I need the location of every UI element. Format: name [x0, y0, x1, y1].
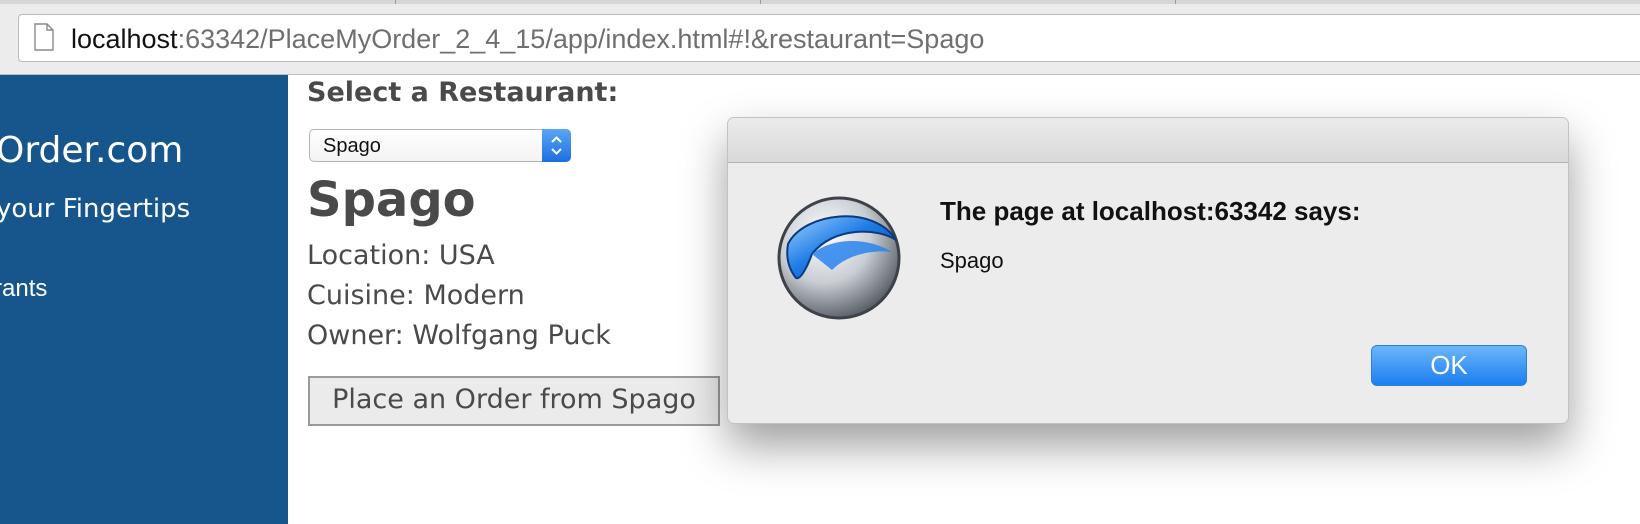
page-icon — [34, 23, 54, 51]
tab-separator — [760, 0, 761, 4]
restaurant-cuisine: Cuisine: Modern — [307, 280, 525, 311]
restaurant-heading: Spago — [307, 172, 476, 228]
address-bar[interactable]: localhost:63342/PlaceMyOrder_2_4_15/app/… — [18, 14, 1640, 62]
restaurant-select-value: Spago — [323, 135, 381, 157]
browser-toolbar: localhost:63342/PlaceMyOrder_2_4_15/app/… — [0, 0, 1640, 75]
brand-tagline: your Fingertips — [0, 194, 191, 224]
restaurant-location: Location: USA — [307, 240, 495, 271]
restaurant-owner: Owner: Wolfgang Puck — [307, 320, 611, 351]
select-stepper — [542, 129, 571, 162]
restaurant-select[interactable]: Spago — [309, 129, 571, 162]
screen: localhost:63342/PlaceMyOrder_2_4_15/app/… — [0, 0, 1640, 524]
place-order-button[interactable]: Place an Order from Spago — [308, 376, 720, 426]
tab-separator — [1175, 0, 1176, 4]
dialog-title: The page at localhost:63342 says: — [940, 196, 1361, 226]
ok-button[interactable]: OK — [1371, 345, 1527, 386]
sidebar-link-restaurants[interactable]: rants — [0, 275, 47, 303]
tab-strip — [0, 0, 1640, 4]
sidebar: Order.com your Fingertips rants — [0, 75, 288, 524]
url-path: :63342/PlaceMyOrder_2_4_15/app/index.htm… — [177, 24, 985, 54]
select-restaurant-label: Select a Restaurant: — [307, 77, 619, 108]
url-text[interactable]: localhost:63342/PlaceMyOrder_2_4_15/app/… — [71, 24, 984, 54]
dialog-titlebar — [728, 118, 1568, 163]
dialog-message: Spago — [940, 248, 1004, 273]
brand-title: Order.com — [0, 130, 184, 171]
tab-separator — [395, 0, 396, 4]
srware-iron-logo-icon — [777, 196, 901, 320]
url-host: localhost — [71, 24, 178, 54]
chevron-up-down-icon — [551, 136, 562, 155]
alert-dialog: The page at localhost:63342 says: Spago … — [727, 117, 1569, 424]
